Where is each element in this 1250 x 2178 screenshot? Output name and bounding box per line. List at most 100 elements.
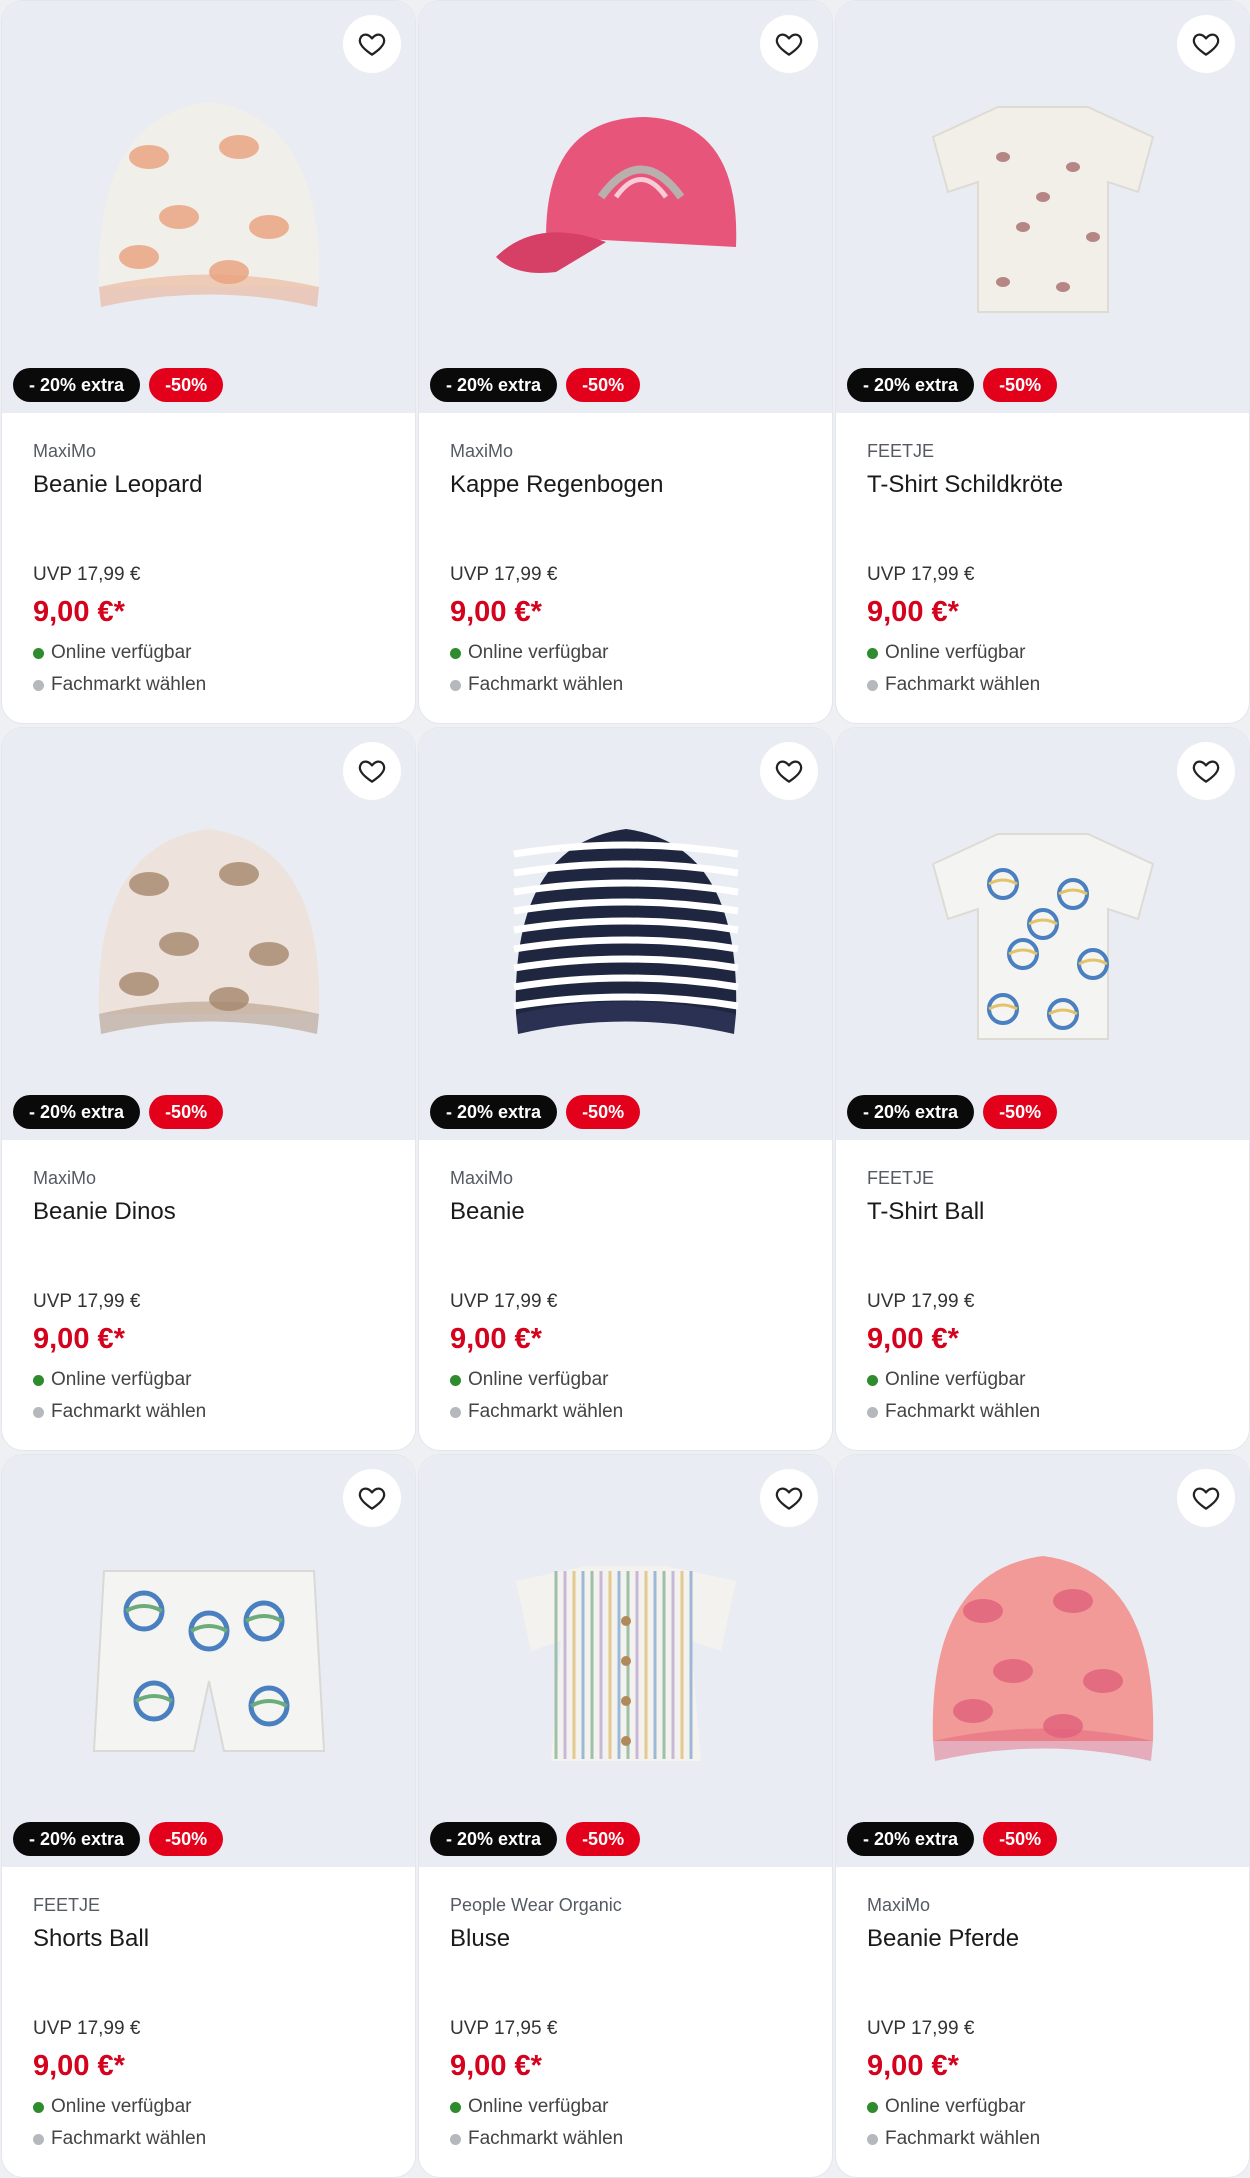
extra-discount-badge: - 20% extra [847,368,975,402]
availability-label: Online verfügbar [468,642,609,663]
available-dot-icon [33,647,44,659]
available-dot-icon [867,2101,878,2113]
product-card[interactable]: - 20% extra -50% MaxiMo Beanie Dinos UVP… [1,727,416,1451]
heart-icon [1192,1487,1220,1510]
product-card[interactable]: - 20% extra -50% People Wear Organic Blu… [418,1454,833,2178]
product-title[interactable]: Beanie Leopard [33,471,395,505]
discount-badges: - 20% extra -50% [13,368,224,402]
wishlist-button[interactable] [760,15,818,73]
product-title[interactable]: Beanie Pferde [867,1925,1229,1959]
store-label: Fachmarkt wählen [885,2128,1041,2149]
wishlist-button[interactable] [1177,1469,1235,1527]
original-price: UVP 17,99 € [33,2018,141,2039]
beanie-leopard-image[interactable] [59,57,359,357]
wishlist-button[interactable] [1177,742,1235,800]
heart-icon [1192,33,1220,56]
choose-store-link[interactable]: Fachmarkt wählen [867,1401,1040,1423]
product-card[interactable]: - 20% extra -50% MaxiMo Beanie Pferde UV… [835,1454,1250,2178]
heart-icon [358,760,386,783]
wishlist-button[interactable] [343,15,401,73]
store-label: Fachmarkt wählen [468,674,624,695]
store-label: Fachmarkt wählen [51,674,207,695]
sale-badge: -50% [983,368,1058,402]
sale-price: 9,00 €* [867,1323,959,1355]
available-dot-icon [33,1374,44,1386]
product-card[interactable]: - 20% extra -50% FEETJE T-Shirt Schildkr… [835,0,1250,724]
product-title[interactable]: Beanie Dinos [33,1198,395,1232]
sale-badge: -50% [149,1095,224,1129]
choose-store-link[interactable]: Fachmarkt wählen [450,674,623,696]
sale-price: 9,00 €* [450,596,542,628]
original-price: UVP 17,95 € [450,2018,558,2039]
product-title[interactable]: Beanie [450,1198,812,1232]
product-card[interactable]: - 20% extra -50% MaxiMo Kappe Regenbogen… [418,0,833,724]
wishlist-button[interactable] [760,1469,818,1527]
discount-badges: - 20% extra -50% [847,1822,1058,1856]
product-brand: MaxiMo [33,1168,97,1188]
product-title[interactable]: T-Shirt Ball [867,1198,1229,1232]
online-availability: Online verfügbar [33,642,191,664]
tshirt-ball-image[interactable] [893,784,1193,1084]
original-price: UVP 17,99 € [867,564,975,585]
product-card[interactable]: - 20% extra -50% FEETJE T-Shirt Ball UVP… [835,727,1250,1451]
choose-store-link[interactable]: Fachmarkt wählen [33,2128,206,2150]
product-card[interactable]: - 20% extra -50% MaxiMo Beanie Leopard U… [1,0,416,724]
product-title[interactable]: Shorts Ball [33,1925,395,1959]
online-availability: Online verfügbar [450,1369,608,1391]
shorts-ball-image[interactable] [59,1511,359,1811]
product-info: MaxiMo Beanie [450,1168,812,1232]
product-info: FEETJE T-Shirt Schildkröte [867,441,1229,505]
wishlist-button[interactable] [1177,15,1235,73]
wishlist-button[interactable] [343,742,401,800]
wishlist-button[interactable] [343,1469,401,1527]
product-card[interactable]: - 20% extra -50% MaxiMo Beanie UVP 17,99… [418,727,833,1451]
product-title[interactable]: Kappe Regenbogen [450,471,812,505]
availability-label: Online verfügbar [51,2096,192,2117]
product-grid: - 20% extra -50% MaxiMo Beanie Leopard U… [0,0,1250,2178]
choose-store-link[interactable]: Fachmarkt wählen [450,2128,623,2150]
store-dot-icon [450,2133,461,2145]
choose-store-link[interactable]: Fachmarkt wählen [450,1401,623,1423]
heart-icon [775,1487,803,1510]
sale-price: 9,00 €* [867,596,959,628]
choose-store-link[interactable]: Fachmarkt wählen [33,674,206,696]
beanie-dinos-image[interactable] [59,784,359,1084]
store-dot-icon [33,1406,44,1418]
online-availability: Online verfügbar [867,2096,1025,2118]
heart-icon [775,33,803,56]
cap-rainbow-image[interactable] [476,57,776,357]
store-dot-icon [450,1406,461,1418]
sale-badge: -50% [149,1822,224,1856]
sale-badge: -50% [566,1822,641,1856]
product-brand: People Wear Organic [450,1895,622,1915]
extra-discount-badge: - 20% extra [430,368,558,402]
original-price: UVP 17,99 € [450,564,558,585]
original-price: UVP 17,99 € [450,1291,558,1312]
sale-badge: -50% [566,1095,641,1129]
availability-label: Online verfügbar [468,2096,609,2117]
tshirt-turtle-image[interactable] [893,57,1193,357]
store-dot-icon [867,679,878,691]
blouse-striped-image[interactable] [476,1511,776,1811]
store-label: Fachmarkt wählen [51,1401,207,1422]
choose-store-link[interactable]: Fachmarkt wählen [867,2128,1040,2150]
heart-icon [1192,760,1220,783]
beanie-horses-image[interactable] [893,1511,1193,1811]
availability-label: Online verfügbar [468,1369,609,1390]
product-brand: MaxiMo [33,441,97,461]
product-brand: FEETJE [867,441,935,461]
extra-discount-badge: - 20% extra [13,1095,141,1129]
store-dot-icon [33,679,44,691]
beanie-striped-image[interactable] [476,784,776,1084]
store-label: Fachmarkt wählen [885,674,1041,695]
product-info: FEETJE T-Shirt Ball [867,1168,1229,1232]
product-title[interactable]: Bluse [450,1925,812,1959]
availability-label: Online verfügbar [885,642,1026,663]
product-title[interactable]: T-Shirt Schildkröte [867,471,1229,505]
choose-store-link[interactable]: Fachmarkt wählen [867,674,1040,696]
sale-badge: -50% [983,1095,1058,1129]
product-card[interactable]: - 20% extra -50% FEETJE Shorts Ball UVP … [1,1454,416,2178]
original-price: UVP 17,99 € [867,1291,975,1312]
wishlist-button[interactable] [760,742,818,800]
choose-store-link[interactable]: Fachmarkt wählen [33,1401,206,1423]
